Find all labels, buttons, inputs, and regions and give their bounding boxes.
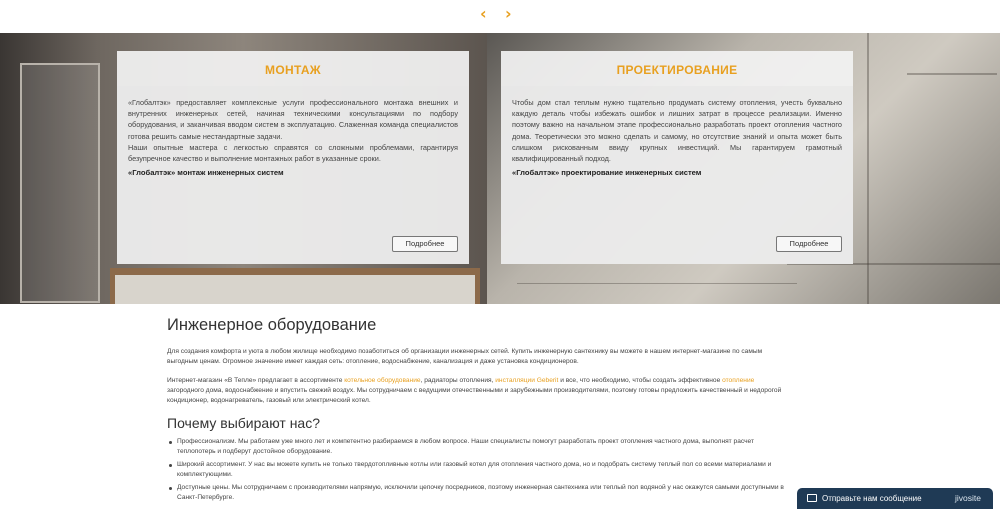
list-item: Доступные цены. Мы сотрудничаем с произв… [167,483,793,503]
article-intro: Для создания комфорта и уюта в любом жил… [167,348,763,365]
more-button[interactable]: Подробнее [776,236,842,252]
article: Инженерное оборудование Для создания ком… [167,316,793,506]
more-button[interactable]: Подробнее [392,236,458,252]
link-boiler-equipment[interactable]: котельное оборудование [344,377,420,384]
card-title: ПРОЕКТИРОВАНИЕ [616,63,738,77]
card-title: МОНТАЖ [265,63,321,77]
carousel-nav: ‹ › [0,0,1000,33]
article-shop-paragraph: Интернет-магазин «В Тепле» предлагает в … [167,377,782,404]
service-card-design: ПРОЕКТИРОВАНИЕ Чтобы дом стал теплым нуж… [501,51,853,264]
services-hero: МОНТАЖ «Глобалтэк» предоставляет комплек… [0,33,1000,304]
link-heating[interactable]: отопление [722,377,754,384]
service-card-montage: МОНТАЖ «Глобалтэк» предоставляет комплек… [117,51,469,264]
card-description: «Глобалтэк» предоставляет комплексные ус… [128,98,458,178]
chevron-left-icon[interactable]: ‹ [480,4,487,23]
link-geberit-installations[interactable]: инсталляции Geberit [495,377,558,384]
chat-brand-logo: jivosite [955,493,981,503]
card-description: Чтобы дом стал теплым нужно тщательно пр… [512,98,842,178]
chevron-right-icon[interactable]: › [505,4,512,23]
list-item: Профессионализм. Мы работаем уже много л… [167,437,793,457]
chat-icon [807,494,817,502]
why-us-title: Почему выбирают нас? [167,415,321,431]
chat-widget-button[interactable]: Отправьте нам сообщение jivosite [797,488,993,509]
benefits-list: Профессионализм. Мы работаем уже много л… [167,437,793,503]
chat-label: Отправьте нам сообщение [822,494,922,503]
article-title: Инженерное оборудование [167,316,377,334]
list-item: Широкий ассортимент. У нас вы можете куп… [167,460,793,480]
